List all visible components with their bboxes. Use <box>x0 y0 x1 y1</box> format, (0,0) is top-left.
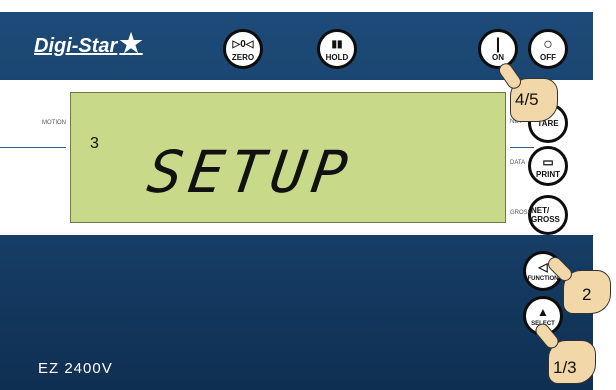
print-button[interactable]: ▭ PRINT <box>528 146 568 186</box>
hold-icon: ▮▮ <box>331 38 343 50</box>
step-label-select: 1/3 <box>553 358 577 377</box>
left-arrow-icon: ◁ <box>538 259 548 274</box>
motion-label: MOTION <box>42 120 66 126</box>
power-on-icon: | <box>495 35 501 53</box>
step-label-function: 2 <box>582 285 592 304</box>
printer-icon: ▭ <box>542 154 554 169</box>
hold-button[interactable]: ▮▮ HOLD <box>317 29 357 69</box>
model-label: EZ 2400V <box>38 360 113 377</box>
step-label-on: 4/5 <box>515 90 539 109</box>
data-label: DATA <box>510 160 526 166</box>
divider <box>510 147 534 148</box>
zero-icon: ▷0◁ <box>232 38 254 50</box>
on-button[interactable]: | ON <box>478 29 518 69</box>
power-off-icon: ○ <box>543 35 553 53</box>
zero-button[interactable]: ▷0◁ ZERO <box>223 29 263 69</box>
display-readout: SETUP <box>143 138 358 206</box>
up-arrow-icon: ▲ <box>537 304 549 319</box>
divider <box>0 147 66 148</box>
net-gross-button[interactable]: NET/ GROSS <box>528 195 568 235</box>
brand-logo: Digi-Star★ <box>34 28 143 58</box>
off-button[interactable]: ○ OFF <box>528 29 568 69</box>
step-number: 3 <box>90 135 99 152</box>
